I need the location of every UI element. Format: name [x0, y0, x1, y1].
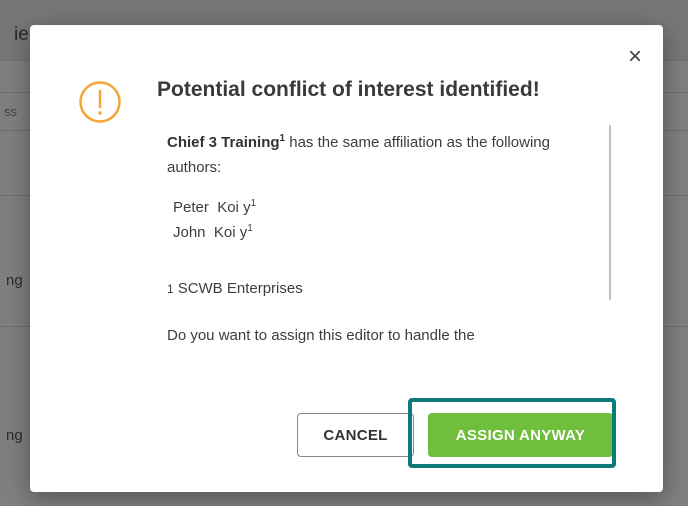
affiliation-footnote: 1 SCWB Enterprises [167, 276, 587, 302]
author-first-name: John [173, 224, 206, 241]
dialog-body[interactable]: Chief 3 Training1 has the same affiliati… [167, 130, 587, 370]
author-list: Peter Koi y1 John Koi y1 [173, 195, 587, 245]
highlight-box [408, 398, 616, 468]
author-last-name: Koi [217, 199, 239, 216]
affiliation-name: SCWB Enterprises [177, 280, 303, 297]
editor-name: Chief 3 Training [167, 134, 280, 151]
cancel-button[interactable]: CANCEL [297, 413, 414, 457]
author-affiliation-sup: 1 [247, 223, 253, 234]
close-icon[interactable]: × [623, 45, 647, 69]
list-item: Peter Koi y1 [173, 195, 587, 220]
author-last-name: Koi [213, 224, 236, 241]
affiliation-number: 1 [167, 282, 174, 296]
dialog-scrollbar[interactable] [609, 125, 611, 300]
conflict-of-interest-dialog: × Potential conflict of interest identif… [30, 25, 663, 492]
dialog-title: Potential conflict of interest identifie… [157, 78, 540, 101]
author-suffix: y [243, 199, 251, 216]
conflict-intro: Chief 3 Training1 has the same affiliati… [167, 130, 587, 180]
author-affiliation-sup: 1 [250, 198, 257, 209]
author-first-name: Peter [173, 199, 209, 216]
warning-exclamation-icon [79, 81, 121, 123]
assign-question: Do you want to assign this editor to han… [167, 327, 475, 344]
list-item: John Koi y1 [173, 220, 587, 245]
